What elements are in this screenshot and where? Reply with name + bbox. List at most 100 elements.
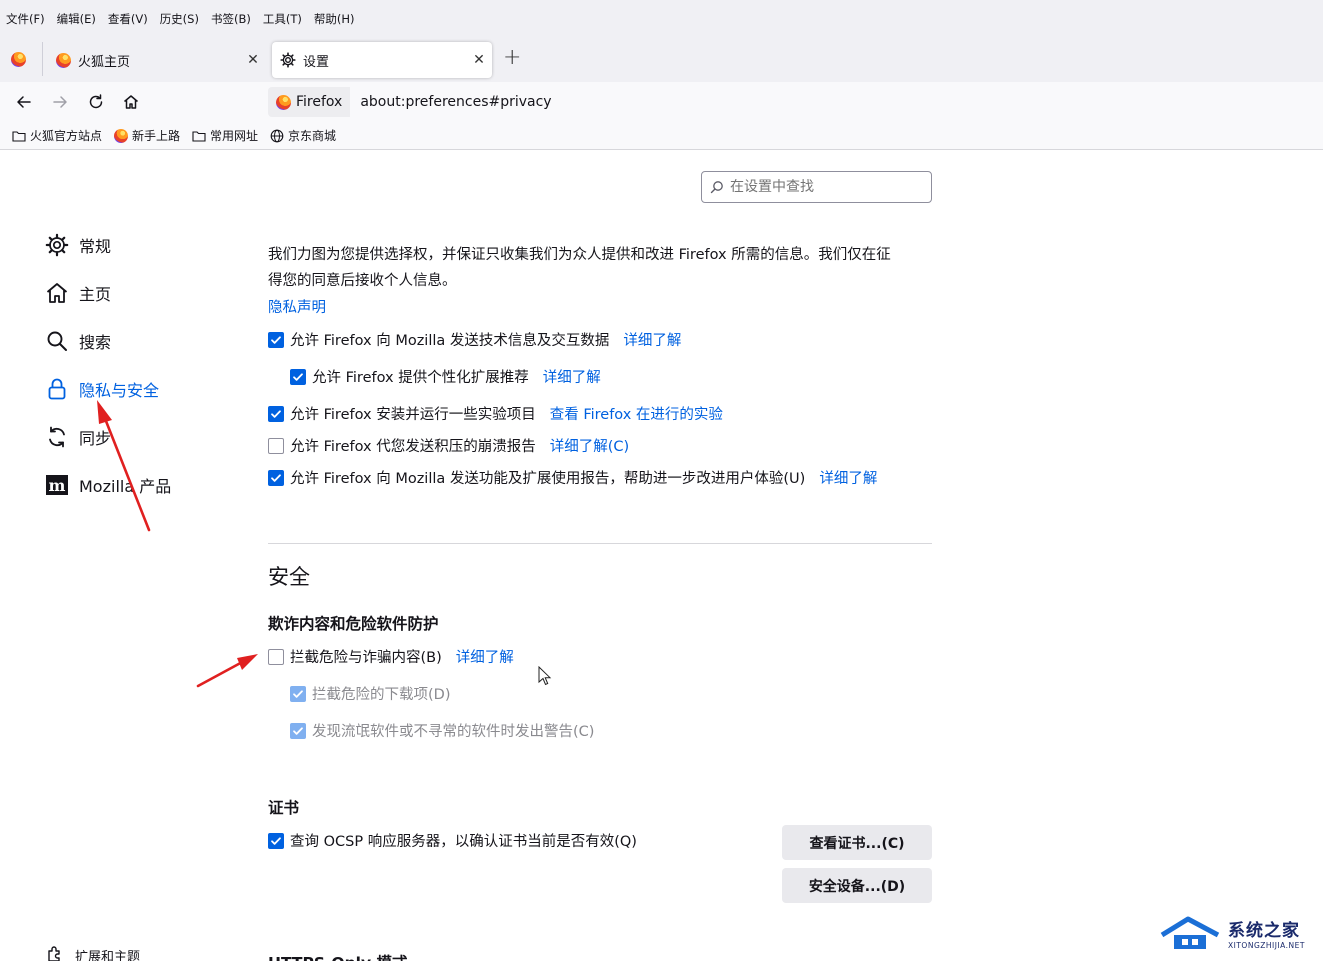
bookmark-jd[interactable]: 京东商城 xyxy=(270,127,336,144)
studies-checkbox[interactable] xyxy=(268,405,284,422)
checkmark-icon xyxy=(293,689,303,698)
category-label: 常规 xyxy=(79,237,112,256)
new-tab-button[interactable]: + xyxy=(503,45,521,70)
tab-divider xyxy=(42,42,43,76)
close-tab-icon[interactable]: ✕ xyxy=(240,52,266,68)
phishing-protection-heading: 欺诈内容和危险软件防护 xyxy=(268,615,439,633)
back-icon[interactable] xyxy=(14,92,34,112)
category-label: 主页 xyxy=(79,285,112,304)
settings-search[interactable] xyxy=(701,171,932,203)
https-only-heading: HTTPS-Only 模式 xyxy=(268,951,407,961)
checkmark-icon xyxy=(271,836,281,845)
menu-help[interactable]: 帮助(H) xyxy=(314,11,355,27)
mozilla-icon: m xyxy=(46,475,68,495)
crash-reports-learn-more-link[interactable]: 详细了解(C) xyxy=(550,435,629,456)
close-tab-icon[interactable]: ✕ xyxy=(466,52,492,68)
lock-icon xyxy=(48,378,66,400)
category-general[interactable]: 常规 xyxy=(45,231,111,259)
bookmark-folder-common-sites[interactable]: 常用网址 xyxy=(192,127,258,144)
url-text[interactable]: about:preferences#privacy xyxy=(360,94,551,110)
block-dangerous-checkbox[interactable] xyxy=(268,648,284,665)
bookmark-getting-started[interactable]: 新手上路 xyxy=(114,127,180,144)
folder-icon xyxy=(12,130,26,142)
bookmark-label: 京东商城 xyxy=(288,129,337,143)
watermark-logo: 系统之家 XITONGZHIJIA.NET xyxy=(1160,910,1310,956)
block-dangerous-option: 拦截危险与诈骗内容(B) 详细了解 xyxy=(268,646,514,667)
section-divider xyxy=(268,543,932,544)
extension-recommendations-option: 允许 Firefox 提供个性化扩展推荐 详细了解 xyxy=(290,366,601,387)
crash-reports-label: 允许 Firefox 代您发送积压的崩溃报告 xyxy=(290,439,536,455)
block-dangerous-learn-more-link[interactable]: 详细了解 xyxy=(456,646,514,667)
puzzle-icon xyxy=(48,946,60,961)
gear-icon xyxy=(280,52,296,68)
checkmark-icon xyxy=(293,726,303,735)
category-search[interactable]: 搜索 xyxy=(45,327,111,355)
watermark-text: 系统之家 XITONGZHIJIA.NET xyxy=(1228,916,1305,950)
firefox-icon xyxy=(276,94,291,110)
ocsp-checkbox[interactable] xyxy=(268,832,284,849)
menu-history[interactable]: 历史(S) xyxy=(160,11,199,27)
view-studies-link[interactable]: 查看 Firefox 在进行的实验 xyxy=(550,403,723,424)
search-input[interactable] xyxy=(730,179,920,195)
forward-icon[interactable] xyxy=(50,92,70,112)
telemetry-option: 允许 Firefox 向 Mozilla 发送技术信息及交互数据 详细了解 xyxy=(268,329,681,350)
preferences-page: 常规 主页 搜索 隐私与安全 同步 m Mozilla 产品 扩展和主题 我们力… xyxy=(0,151,1323,961)
category-label: Mozilla 产品 xyxy=(79,477,172,496)
usage-reports-option: 允许 Firefox 向 Mozilla 发送功能及扩展使用报告，帮助进一步改进… xyxy=(268,467,877,488)
menu-tools[interactable]: 工具(T) xyxy=(263,11,302,27)
usage-reports-learn-more-link[interactable]: 详细了解 xyxy=(819,467,877,488)
usage-reports-checkbox[interactable] xyxy=(268,469,284,486)
menu-bookmarks[interactable]: 书签(B) xyxy=(211,11,251,27)
menu-file[interactable]: 文件(F) xyxy=(6,11,45,27)
data-collection-intro-line2: 得您的同意后接收个人信息。 xyxy=(268,273,457,289)
identity-box[interactable]: Firefox xyxy=(268,87,351,117)
view-certificates-button[interactable]: 查看证书...(C) xyxy=(782,825,932,860)
telemetry-checkbox[interactable] xyxy=(268,331,284,348)
category-mozilla-products[interactable]: m Mozilla 产品 xyxy=(45,471,171,499)
bookmarks-toolbar: 火狐官方站点 新手上路 常用网址 京东商城 xyxy=(0,122,1323,150)
telemetry-learn-more-link[interactable]: 详细了解 xyxy=(623,329,681,350)
category-home[interactable]: 主页 xyxy=(45,279,111,307)
extension-recommendations-checkbox[interactable] xyxy=(290,368,306,385)
category-extensions-themes[interactable]: 扩展和主题 xyxy=(45,941,140,961)
data-collection-intro-line1: 我们力图为您提供选择权，并保证只收集我们为众人提供和改进 Firefox 所需的… xyxy=(268,247,891,263)
crash-reports-option: 允许 Firefox 代您发送积压的崩溃报告 详细了解(C) xyxy=(268,435,629,456)
bookmark-folder-firefox-official[interactable]: 火狐官方站点 xyxy=(12,127,102,144)
home-icon xyxy=(46,283,68,303)
reload-icon[interactable] xyxy=(86,92,106,112)
studies-label: 允许 Firefox 安装并运行一些实验项目 xyxy=(290,407,536,423)
sync-icon xyxy=(49,426,65,448)
tab-firefox-home[interactable]: 火狐主页 ✕ xyxy=(46,42,266,78)
extension-recommendations-learn-more-link[interactable]: 详细了解 xyxy=(543,366,601,387)
bookmark-label: 新手上路 xyxy=(132,129,181,143)
pinned-tab-firefox-icon[interactable] xyxy=(11,52,26,67)
warn-unwanted-checkbox[interactable] xyxy=(290,722,306,739)
nav-bar: Firefox about:preferences#privacy xyxy=(0,82,1323,122)
checkmark-icon xyxy=(293,372,303,381)
telemetry-label: 允许 Firefox 向 Mozilla 发送技术信息及交互数据 xyxy=(290,333,610,349)
category-privacy-security[interactable]: 隐私与安全 xyxy=(45,375,159,403)
ocsp-option: 查询 OCSP 响应服务器，以确认证书当前是否有效(Q) xyxy=(268,830,637,851)
category-sync[interactable]: 同步 xyxy=(45,423,111,451)
tab-label: 设置 xyxy=(303,54,330,70)
block-downloads-checkbox[interactable] xyxy=(290,685,306,702)
security-devices-button[interactable]: 安全设备...(D) xyxy=(782,868,932,903)
block-downloads-label: 拦截危险的下载项(D) xyxy=(312,687,451,703)
home-icon[interactable] xyxy=(121,92,141,112)
house-logo-icon xyxy=(1160,916,1220,949)
warn-unwanted-label: 发现流氓软件或不寻常的软件时发出警告(C) xyxy=(312,724,595,740)
security-section-title: 安全 xyxy=(268,565,310,589)
url-bar[interactable]: Firefox about:preferences#privacy xyxy=(268,86,1323,118)
category-label: 搜索 xyxy=(79,333,112,352)
tab-label: 火狐主页 xyxy=(78,54,131,70)
menu-edit[interactable]: 编辑(E) xyxy=(57,11,96,27)
menu-view[interactable]: 查看(V) xyxy=(108,11,148,27)
privacy-notice-link[interactable]: 隐私声明 xyxy=(268,296,326,317)
warn-unwanted-option: 发现流氓软件或不寻常的软件时发出警告(C) xyxy=(290,720,594,741)
crash-reports-checkbox[interactable] xyxy=(268,437,284,454)
ocsp-label: 查询 OCSP 响应服务器，以确认证书当前是否有效(Q) xyxy=(290,834,637,850)
block-dangerous-label: 拦截危险与诈骗内容(B) xyxy=(290,650,442,666)
gear-icon xyxy=(45,233,69,257)
usage-reports-label: 允许 Firefox 向 Mozilla 发送功能及扩展使用报告，帮助进一步改进… xyxy=(290,471,806,487)
tab-settings[interactable]: 设置 ✕ xyxy=(272,42,492,78)
